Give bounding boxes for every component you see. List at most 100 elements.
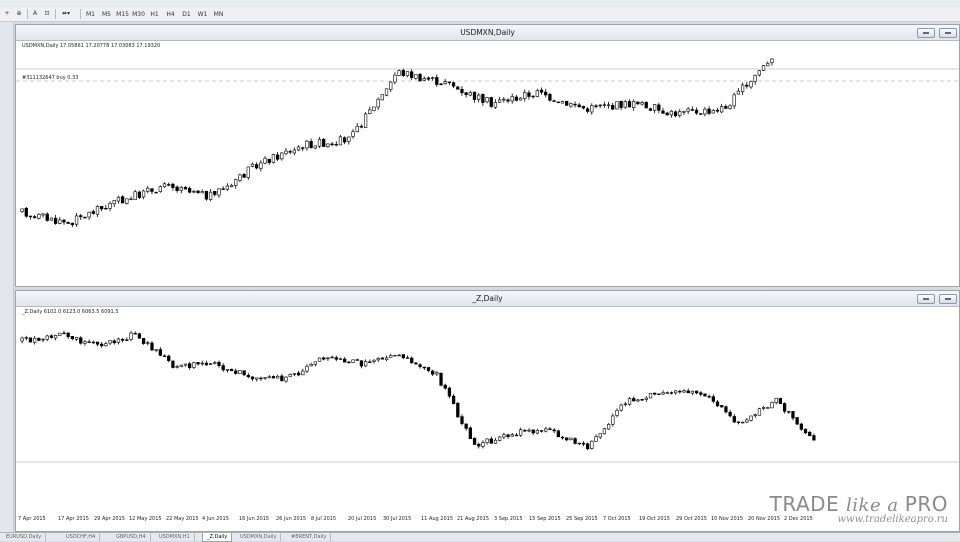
- candle-bearish: [506, 434, 510, 437]
- candle-bearish: [565, 437, 569, 441]
- date-tick: 8 Jul 2015: [311, 516, 337, 522]
- candle-bearish: [611, 105, 615, 110]
- candle-bearish: [137, 333, 142, 339]
- candle-bullish: [430, 77, 435, 79]
- candle-bearish: [778, 398, 783, 404]
- candle-bullish: [393, 354, 397, 357]
- candle-bullish: [146, 342, 150, 344]
- date-tick: 26 Jun 2015: [276, 516, 307, 522]
- candle-bullish: [711, 110, 715, 114]
- date-tick: 20 Jul 2015: [348, 516, 377, 522]
- date-tick: 30 Jul 2015: [383, 516, 412, 522]
- candle-bullish: [732, 94, 736, 107]
- candle-bullish: [485, 97, 489, 103]
- candle-bullish: [41, 338, 45, 341]
- candle-bearish: [150, 188, 154, 192]
- candle-bullish: [112, 200, 116, 205]
- candle-bullish: [338, 358, 343, 360]
- candle-bullish: [665, 392, 669, 394]
- candle-bearish: [565, 100, 569, 106]
- chart-window-usdmxn[interactable]: USDMXN,Daily USDMXN,Daily 17.05861 17.20…: [15, 24, 960, 287]
- candle-bearish: [460, 88, 464, 94]
- candle-bearish: [581, 106, 586, 109]
- text-tool-icon[interactable]: A: [30, 9, 40, 19]
- timeframe-button[interactable]: W1: [194, 9, 211, 21]
- shapes-dropdown-icon[interactable]: ⬌▾: [58, 9, 74, 19]
- candle-bearish: [368, 361, 372, 363]
- toolbar-separator: [80, 9, 81, 19]
- timeframe-button[interactable]: H4: [162, 9, 179, 21]
- timeframe-button[interactable]: M30: [130, 9, 147, 21]
- candle-bullish: [611, 415, 615, 425]
- candle-bullish: [678, 111, 682, 116]
- chart-window-title: USDMXN,Daily: [460, 28, 515, 37]
- candle-bullish: [632, 101, 636, 108]
- candle-bullish: [372, 106, 376, 111]
- candle-bullish: [497, 99, 502, 103]
- toolbar-separator: [55, 9, 56, 19]
- maximize-button[interactable]: [939, 28, 957, 38]
- price-chart[interactable]: [16, 41, 959, 288]
- candle-bearish: [661, 110, 665, 114]
- timeframe-button[interactable]: H1: [146, 9, 163, 21]
- chart-window-titlebar[interactable]: _Z,Daily: [16, 291, 959, 307]
- candle-bullish: [146, 187, 150, 192]
- candle-bearish: [250, 376, 255, 380]
- candle-bearish: [736, 421, 741, 423]
- candle-bullish: [535, 429, 540, 434]
- timeframe-button[interactable]: M5: [98, 9, 115, 21]
- maximize-button[interactable]: [939, 294, 957, 304]
- date-tick: 4 Jun 2015: [202, 516, 229, 522]
- candle-bearish: [447, 387, 452, 397]
- candle-bullish: [179, 187, 183, 191]
- candle-bullish: [250, 163, 255, 167]
- candle-bearish: [267, 158, 271, 163]
- candle-bullish: [623, 101, 627, 108]
- candle-bullish: [45, 335, 49, 340]
- timeframe-button[interactable]: M15: [114, 9, 131, 21]
- candle-bearish: [443, 384, 447, 389]
- candle-bearish: [334, 357, 338, 360]
- candle-bearish: [309, 141, 313, 148]
- candle-bullish: [652, 104, 657, 111]
- chart-tab-active[interactable]: _Z,Daily: [202, 533, 233, 542]
- timeframe-button[interactable]: MN: [210, 9, 227, 21]
- chart-window-title: _Z,Daily: [472, 294, 503, 303]
- candle-bullish: [719, 106, 724, 113]
- candle-bearish: [787, 411, 791, 413]
- minimize-button[interactable]: [916, 294, 935, 304]
- candle-bearish: [745, 84, 749, 87]
- date-tick: 21 Aug 2015: [457, 516, 490, 522]
- candle-bullish: [24, 337, 28, 339]
- minimize-button[interactable]: [916, 28, 935, 38]
- candle-bearish: [401, 354, 405, 359]
- candle-bearish: [577, 104, 581, 108]
- candle-bearish: [451, 395, 456, 404]
- candle-bullish: [468, 92, 472, 96]
- candle-bullish: [502, 98, 506, 101]
- candle-bearish: [213, 191, 217, 195]
- candle-bullish: [397, 70, 401, 76]
- candle-bullish: [740, 84, 745, 93]
- candle-bullish: [74, 337, 79, 340]
- candle-bullish: [351, 131, 355, 137]
- crosshair-icon[interactable]: +: [2, 9, 12, 19]
- candle-bearish: [133, 332, 137, 335]
- chart-window-titlebar[interactable]: USDMXN,Daily: [16, 25, 959, 41]
- candle-bearish: [100, 206, 104, 210]
- candle-bullish: [284, 150, 288, 154]
- candle-bullish: [255, 377, 259, 380]
- candle-bullish: [703, 108, 707, 115]
- toolbar-separator: [27, 9, 28, 19]
- candle-bearish: [95, 341, 100, 345]
- zoom-icon[interactable]: ⊕: [14, 9, 24, 19]
- candle-bearish: [347, 361, 351, 364]
- candle-bullish: [619, 404, 623, 411]
- candle-bullish: [594, 436, 598, 442]
- timeframe-button[interactable]: D1: [178, 9, 195, 21]
- candle-bearish: [280, 375, 284, 381]
- candle-bearish: [477, 443, 481, 447]
- timeframe-button[interactable]: M1: [82, 9, 99, 21]
- price-chart[interactable]: [16, 307, 959, 512]
- label-tool-icon[interactable]: ⊡: [42, 9, 52, 19]
